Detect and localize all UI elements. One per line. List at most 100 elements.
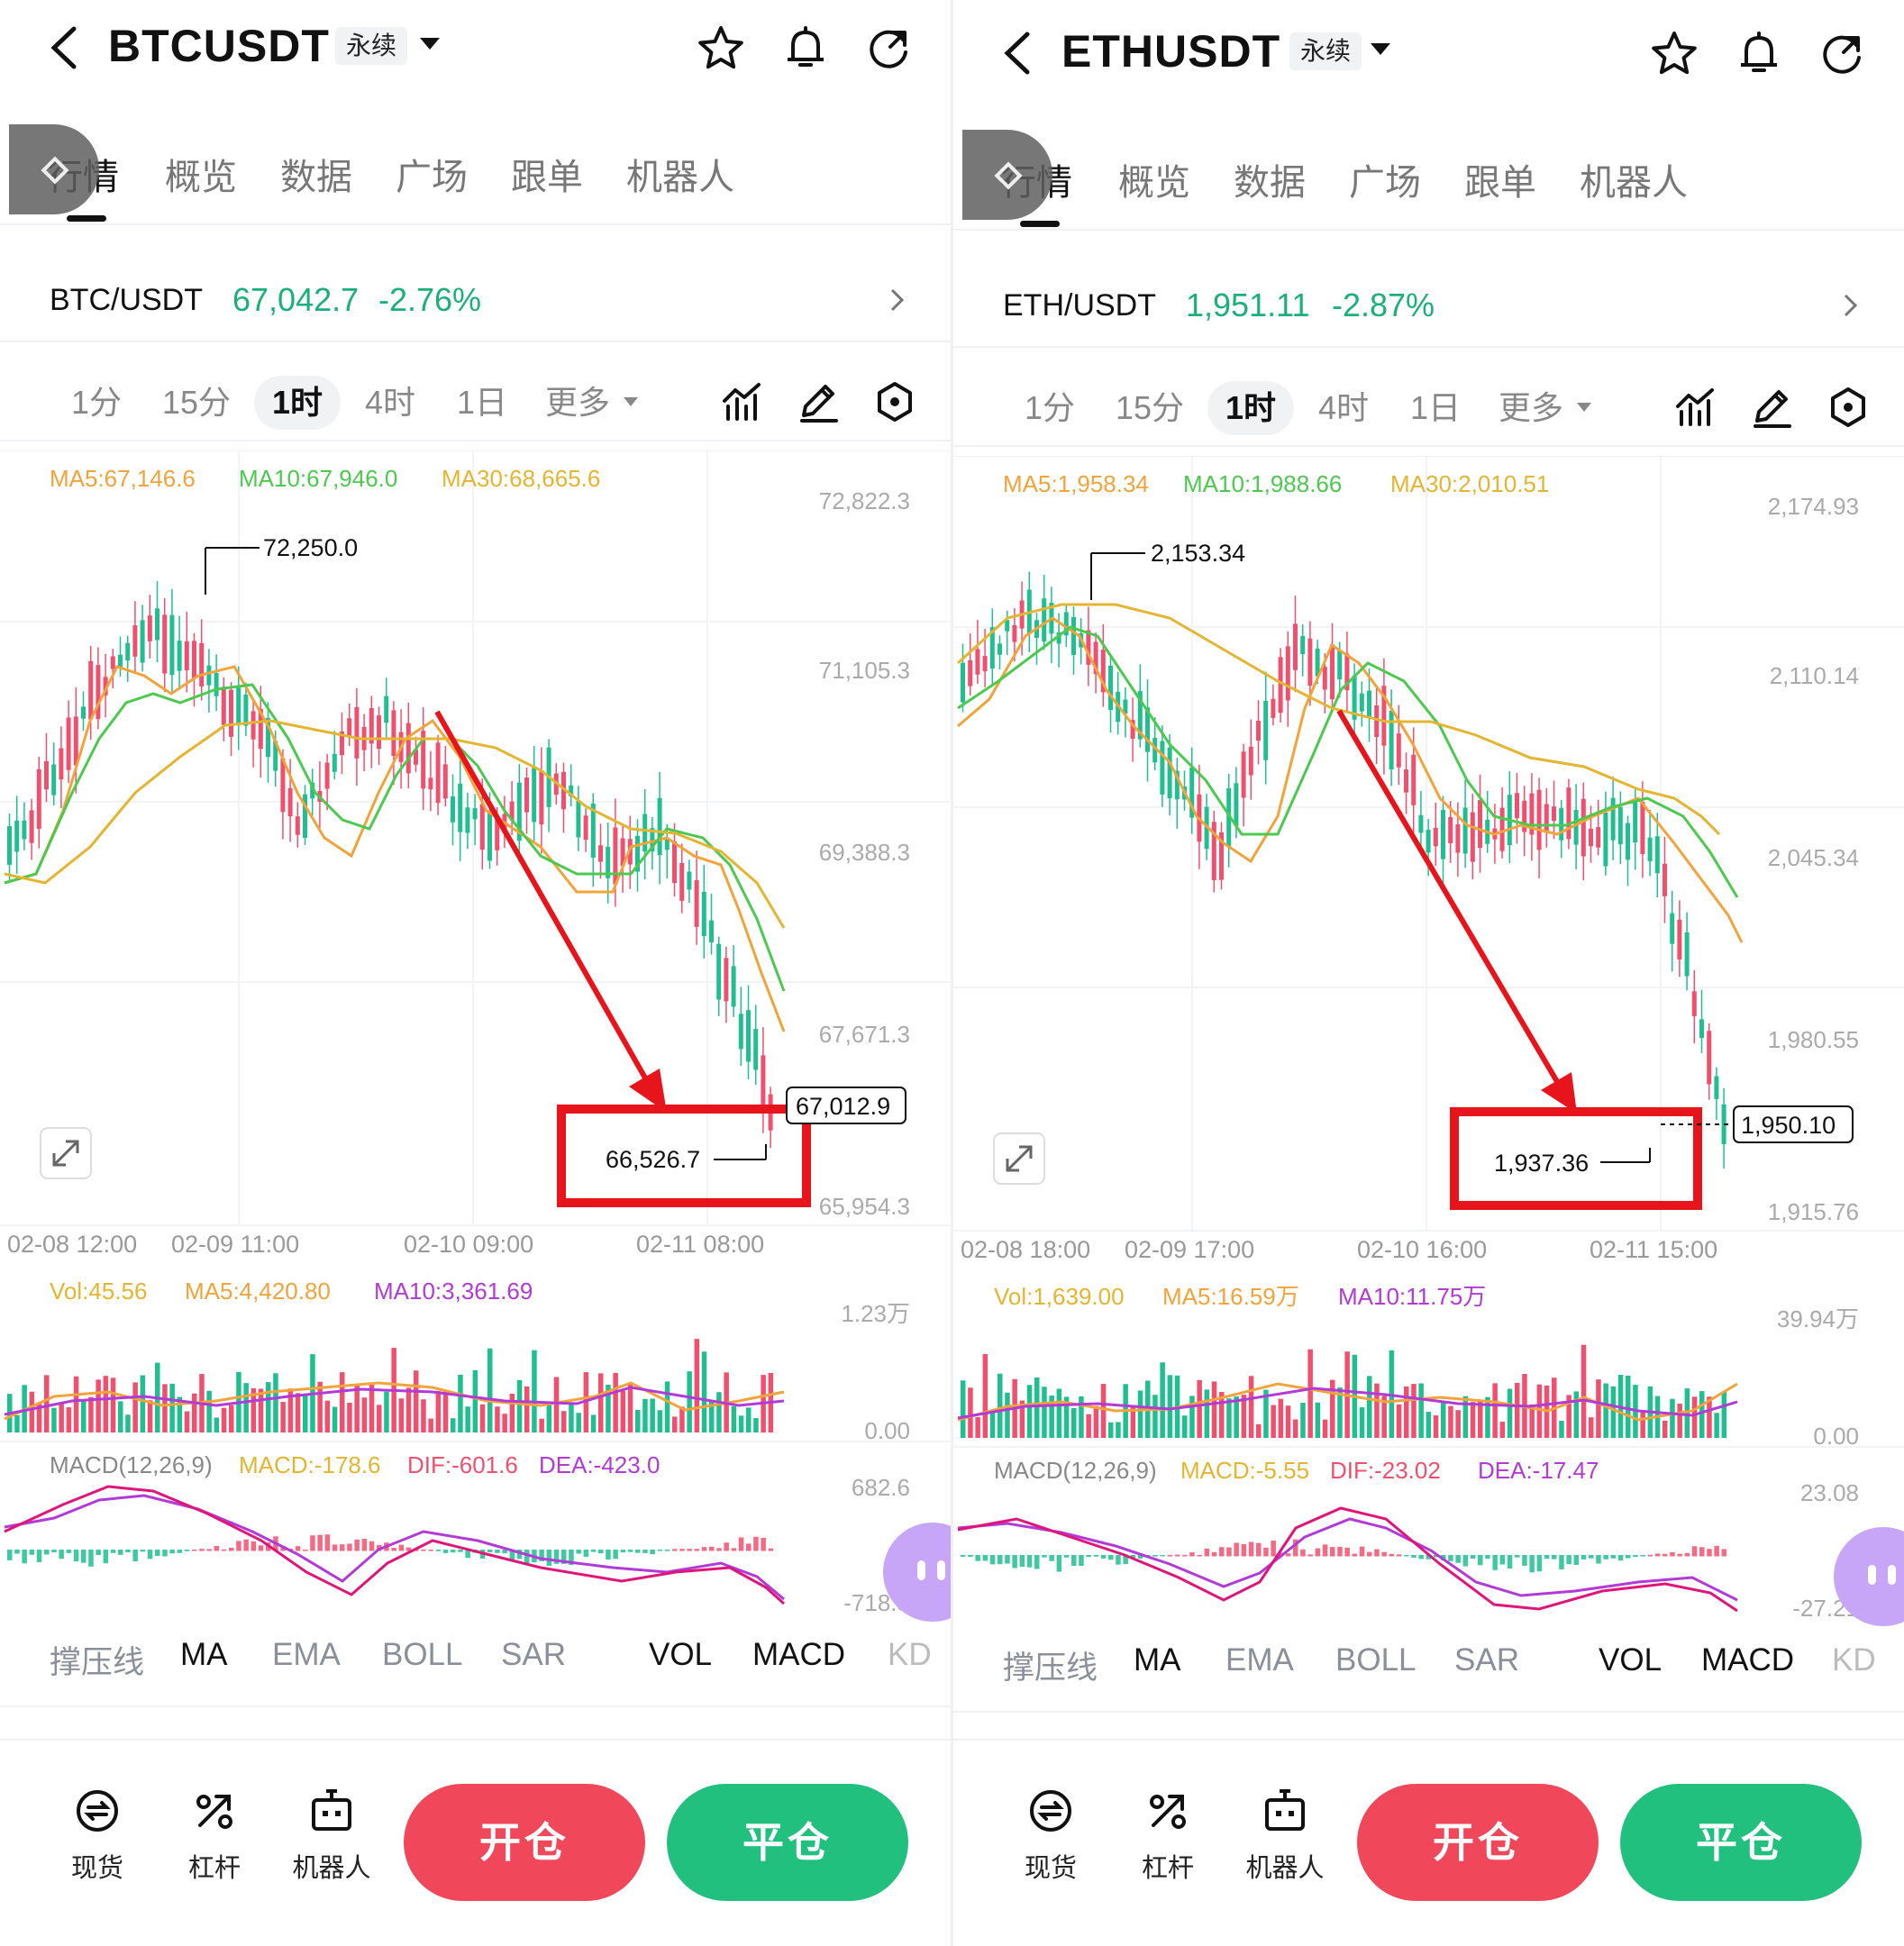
kline-chart[interactable]: MA5:67,146.6 MA10:67,946.0 MA30:68,665.6… <box>0 450 951 1622</box>
leverage-nav[interactable]: 杠杆 <box>1118 1786 1217 1903</box>
macd-bar <box>1034 1555 1040 1569</box>
expand-icon[interactable] <box>40 1127 92 1179</box>
leverage-nav[interactable]: 杠杆 <box>165 1786 264 1903</box>
timeframe-4h[interactable]: 4时 <box>1303 381 1384 435</box>
pencil-icon[interactable] <box>797 379 842 424</box>
tab-overview[interactable]: 概览 <box>165 148 237 200</box>
spot-nav[interactable]: 现货 <box>48 1786 147 1903</box>
volume-bar <box>968 1387 973 1438</box>
tab-square[interactable]: 广场 <box>1349 153 1421 205</box>
macd-bar <box>1116 1555 1121 1565</box>
candle-body <box>88 660 94 720</box>
indicator-boll[interactable]: BOLL <box>1335 1642 1417 1678</box>
indicator-icon[interactable] <box>1674 385 1719 430</box>
volume-bar <box>73 1376 79 1432</box>
macd-bar <box>1152 1555 1158 1557</box>
tab-overview[interactable]: 概览 <box>1118 153 1190 205</box>
kline-chart[interactable]: MA5:1,958.34 MA10:1,988.66 MA30:2,010.51… <box>953 456 1904 1627</box>
timeframe-1m[interactable]: 1分 <box>56 376 137 430</box>
indicator-kd[interactable]: KD <box>1832 1642 1876 1678</box>
timeframe-4h[interactable]: 4时 <box>350 376 431 430</box>
timeframe-more[interactable]: 更多 <box>537 376 618 430</box>
close-position-button[interactable]: 平仓 <box>667 1784 908 1901</box>
pair-row[interactable]: ETH/USDT 1,951.11 -2.87% <box>953 267 1904 348</box>
candle-body <box>451 796 455 823</box>
timeframe-more[interactable]: 更多 <box>1490 381 1571 435</box>
indicator-ma[interactable]: MA <box>180 1637 228 1673</box>
tab-copy-trade[interactable]: 跟单 <box>511 148 583 200</box>
volume-bar <box>553 1377 560 1432</box>
refresh-icon[interactable] <box>1817 29 1867 79</box>
candle-body <box>1617 806 1623 845</box>
macd-bar <box>1344 1547 1350 1557</box>
open-position-button[interactable]: 开仓 <box>1357 1784 1599 1901</box>
floating-shortcut[interactable] <box>962 130 1052 220</box>
timeframe-1d[interactable]: 1日 <box>1395 381 1476 435</box>
volume-bar <box>280 1402 286 1432</box>
floating-shortcut[interactable] <box>9 124 99 214</box>
open-position-button[interactable]: 开仓 <box>404 1784 645 1901</box>
bell-icon[interactable] <box>1734 29 1784 79</box>
star-icon[interactable] <box>696 23 746 74</box>
tab-copy-trade[interactable]: 跟单 <box>1464 153 1536 205</box>
timeframe-15m[interactable]: 15分 <box>1105 381 1195 435</box>
volume-bar <box>428 1418 433 1432</box>
timeframe-1d[interactable]: 1日 <box>442 376 523 430</box>
indicator-ema[interactable]: EMA <box>272 1637 341 1673</box>
tab-data[interactable]: 数据 <box>1234 153 1306 205</box>
robot-nav[interactable]: 机器人 <box>282 1786 381 1903</box>
candle-body <box>1633 798 1638 843</box>
close-position-button[interactable]: 平仓 <box>1620 1784 1862 1901</box>
spot-nav[interactable]: 现货 <box>1001 1786 1100 1903</box>
refresh-icon[interactable] <box>863 23 914 74</box>
indicator-vol[interactable]: VOL <box>649 1637 712 1673</box>
timeframe-15m[interactable]: 15分 <box>151 376 241 430</box>
timeframe-1m[interactable]: 1分 <box>1009 381 1090 435</box>
symbol-dropdown-caret[interactable] <box>1371 43 1390 55</box>
volume-bar <box>546 1405 552 1432</box>
timeframe-1h[interactable]: 1时 <box>254 376 341 430</box>
settings-hex-icon[interactable] <box>872 379 917 424</box>
indicator-support-resistance[interactable]: 撑压线 <box>1003 1642 1098 1688</box>
tab-data[interactable]: 数据 <box>280 148 352 200</box>
back-arrow-icon[interactable] <box>47 25 79 70</box>
timeframe-1h[interactable]: 1时 <box>1207 381 1294 435</box>
indicator-ema[interactable]: EMA <box>1225 1642 1294 1678</box>
indicator-boll[interactable]: BOLL <box>382 1637 463 1673</box>
star-icon[interactable] <box>1649 29 1699 79</box>
low-marker: 1,937.36 <box>1494 1148 1651 1177</box>
volume-bar <box>1499 1422 1506 1438</box>
volume-bar <box>1478 1401 1483 1438</box>
macd-bar <box>361 1538 368 1551</box>
expand-icon[interactable] <box>993 1132 1045 1185</box>
robot-nav[interactable]: 机器人 <box>1235 1786 1335 1903</box>
pencil-icon[interactable] <box>1750 385 1795 430</box>
symbol-title[interactable]: BTCUSDT <box>108 20 330 72</box>
indicator-kd[interactable]: KD <box>888 1637 932 1673</box>
indicator-macd[interactable]: MACD <box>752 1637 845 1673</box>
back-arrow-icon[interactable] <box>1000 31 1033 76</box>
indicator-icon[interactable] <box>721 379 766 424</box>
tab-robot[interactable]: 机器人 <box>626 148 734 200</box>
volume-bar <box>1307 1349 1313 1438</box>
candle-body <box>295 816 300 835</box>
settings-hex-icon[interactable] <box>1826 385 1871 430</box>
tab-square[interactable]: 广场 <box>396 148 468 200</box>
candle-body <box>1654 836 1660 874</box>
bell-icon[interactable] <box>780 23 831 74</box>
macd-bar <box>716 1548 722 1551</box>
leverage-icon <box>196 1795 232 1829</box>
macd-bar <box>398 1544 405 1551</box>
pair-row[interactable]: BTC/USDT 67,042.7 -2.76% <box>0 261 951 342</box>
symbol-title[interactable]: ETHUSDT <box>1061 25 1280 77</box>
symbol-dropdown-caret[interactable] <box>420 38 440 50</box>
indicator-vol[interactable]: VOL <box>1599 1642 1662 1678</box>
volume-bar <box>1197 1379 1202 1438</box>
indicator-ma[interactable]: MA <box>1134 1642 1181 1678</box>
leverage-label: 杠杆 <box>1141 1854 1194 1883</box>
tab-robot[interactable]: 机器人 <box>1580 153 1688 205</box>
indicator-sar[interactable]: SAR <box>1454 1642 1519 1678</box>
indicator-sar[interactable]: SAR <box>501 1637 566 1673</box>
indicator-support-resistance[interactable]: 撑压线 <box>50 1637 144 1683</box>
indicator-macd[interactable]: MACD <box>1701 1642 1794 1678</box>
